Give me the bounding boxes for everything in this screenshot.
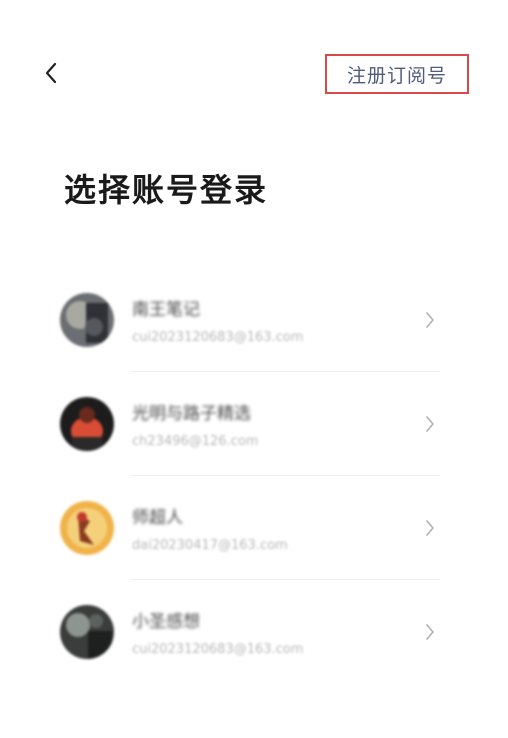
account-info: 师超人 dai20230417@163.com [132, 503, 422, 553]
account-email: cui2023120683@163.com [132, 642, 304, 657]
chevron-left-icon [45, 62, 57, 84]
account-info: 小圣感想 cui2023120683@163.com [132, 607, 422, 657]
chevron-right-icon [422, 308, 438, 332]
chevron-right-icon [422, 620, 438, 644]
account-list: 南王笔记 cui2023120683@163.com 光明与路子精选 ch234 [60, 268, 440, 684]
account-item[interactable]: 光明与路子精选 ch23496@126.com [60, 372, 440, 476]
chevron-right-icon [422, 516, 438, 540]
page-title: 选择账号登录 [64, 171, 269, 209]
register-subscription-button[interactable]: 注册订阅号 [325, 54, 469, 94]
register-subscription-label: 注册订阅号 [346, 64, 447, 87]
avatar [60, 501, 114, 555]
account-name: 南王笔记 [132, 300, 200, 320]
account-item[interactable]: 小圣感想 cui2023120683@163.com [60, 580, 440, 684]
account-email: cui2023120683@163.com [132, 330, 304, 345]
back-button[interactable] [36, 58, 66, 88]
account-name: 光明与路子精选 [132, 404, 251, 424]
account-item[interactable]: 师超人 dai20230417@163.com [60, 476, 440, 580]
account-name: 师超人 [132, 508, 183, 528]
avatar [60, 293, 114, 347]
account-item[interactable]: 南王笔记 cui2023120683@163.com [60, 268, 440, 372]
account-info: 南王笔记 cui2023120683@163.com [132, 295, 422, 345]
avatar [60, 397, 114, 451]
avatar [60, 605, 114, 659]
chevron-right-icon [422, 412, 438, 436]
account-name: 小圣感想 [132, 612, 200, 632]
login-account-picker: 注册订阅号 选择账号登录 南王笔记 cui2023120683@163.com [0, 0, 508, 738]
account-info: 光明与路子精选 ch23496@126.com [132, 399, 422, 449]
account-email: dai20230417@163.com [132, 538, 288, 553]
account-email: ch23496@126.com [132, 434, 259, 449]
